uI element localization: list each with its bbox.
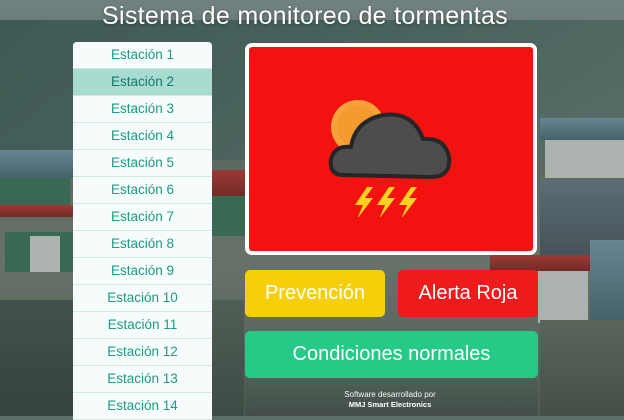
credit-line-1: Software desarrollado por bbox=[344, 390, 436, 399]
developer-credit: Software desarrollado por MMJ Smart Elec… bbox=[330, 390, 450, 410]
alert-status-background bbox=[249, 47, 533, 251]
normal-conditions-button[interactable]: Condiciones normales bbox=[245, 331, 538, 378]
station-item-1[interactable]: Estación 1 bbox=[73, 42, 212, 69]
station-item-12[interactable]: Estación 12 bbox=[73, 339, 212, 366]
station-item-5[interactable]: Estación 5 bbox=[73, 150, 212, 177]
station-item-11[interactable]: Estación 11 bbox=[73, 312, 212, 339]
station-list: Estación 1 Estación 2 Estación 3 Estació… bbox=[73, 42, 212, 420]
station-item-7[interactable]: Estación 7 bbox=[73, 204, 212, 231]
alert-status-panel bbox=[245, 43, 537, 255]
storm-cloud-lightning-icon bbox=[328, 100, 452, 217]
station-item-9[interactable]: Estación 9 bbox=[73, 258, 212, 285]
station-item-13[interactable]: Estación 13 bbox=[73, 366, 212, 393]
red-alert-button[interactable]: Alerta Roja bbox=[398, 270, 538, 317]
station-item-4[interactable]: Estación 4 bbox=[73, 123, 212, 150]
page-title: Sistema de monitoreo de tormentas bbox=[102, 2, 508, 30]
station-item-3[interactable]: Estación 3 bbox=[73, 96, 212, 123]
credit-line-2: MMJ Smart Electronics bbox=[348, 400, 432, 409]
station-item-2[interactable]: Estación 2 bbox=[73, 69, 212, 96]
prevention-button[interactable]: Prevención bbox=[245, 270, 385, 317]
station-item-6[interactable]: Estación 6 bbox=[73, 177, 212, 204]
station-item-8[interactable]: Estación 8 bbox=[73, 231, 212, 258]
station-item-10[interactable]: Estación 10 bbox=[73, 285, 212, 312]
